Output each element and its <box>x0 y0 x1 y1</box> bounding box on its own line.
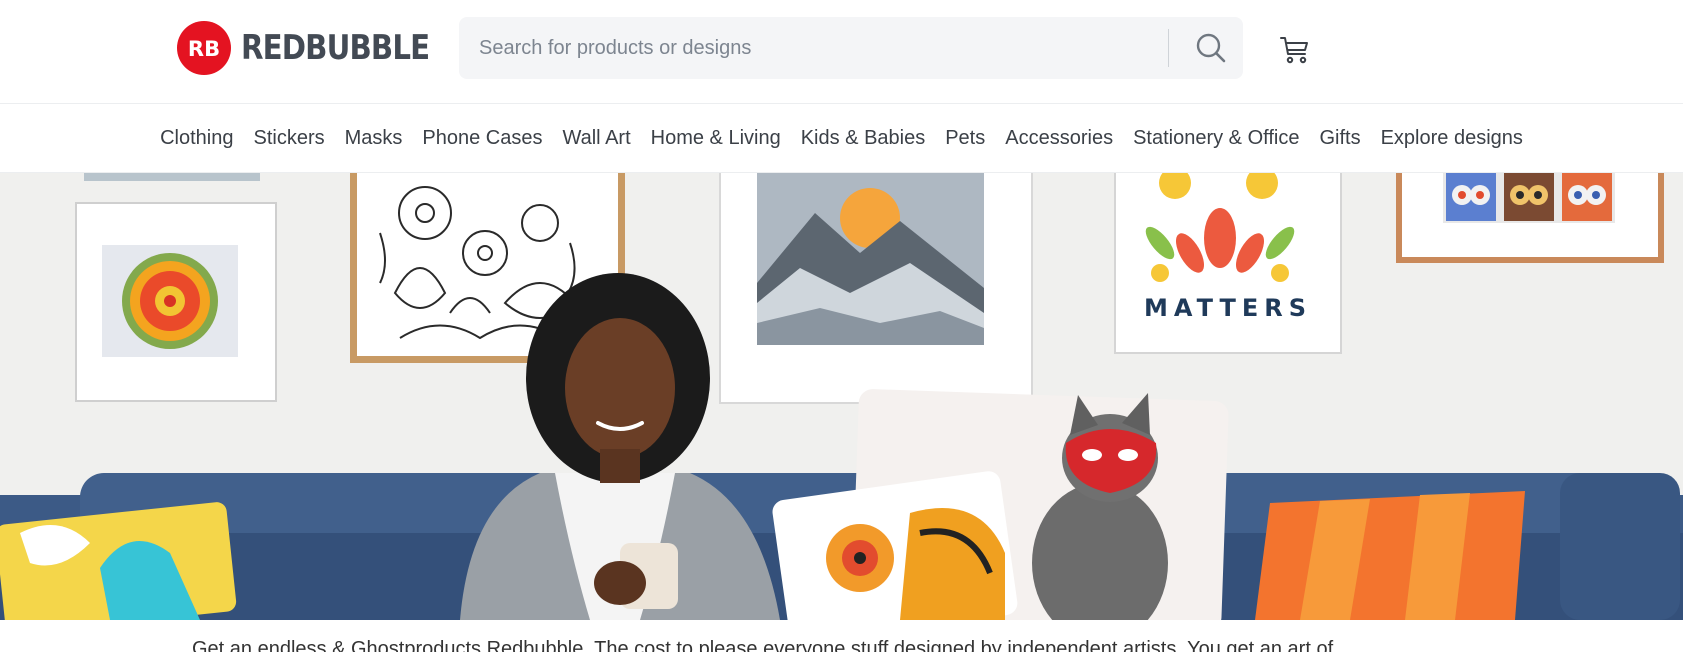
frame-top-left <box>84 173 260 181</box>
nav-item-phone-cases[interactable]: Phone Cases <box>412 104 552 173</box>
search-input[interactable] <box>479 17 1159 79</box>
frame-mountain <box>719 173 1033 404</box>
nav-item-stickers[interactable]: Stickers <box>243 104 334 173</box>
redbubble-logo[interactable]: RB REDBUBBLE <box>177 21 460 75</box>
nav-item-wall-art[interactable]: Wall Art <box>552 104 640 173</box>
nav-item-home-living[interactable]: Home & Living <box>641 104 791 173</box>
logo-mark-text: RB <box>188 37 220 61</box>
category-nav: Clothing Stickers Masks Phone Cases Wall… <box>0 104 1683 173</box>
search-divider <box>1168 29 1169 67</box>
nav-item-accessories[interactable]: Accessories <box>995 104 1123 173</box>
logo-mark-icon: RB <box>177 21 231 75</box>
nav-item-explore-designs[interactable]: Explore designs <box>1371 104 1533 173</box>
logo-wordmark: REDBUBBLE <box>241 28 430 68</box>
cart-icon <box>1280 37 1308 64</box>
search-button[interactable] <box>1179 17 1243 79</box>
frame-flower <box>75 202 277 402</box>
frame-owls <box>1396 173 1664 263</box>
cart-button[interactable] <box>1276 30 1314 68</box>
site-header: RB REDBUBBLE <box>0 0 1683 104</box>
poster-text: MATTERS <box>1144 294 1312 322</box>
nav-item-kids-babies[interactable]: Kids & Babies <box>791 104 936 173</box>
nav-item-gifts[interactable]: Gifts <box>1309 104 1370 173</box>
hero-image: MATTERS <box>0 173 1683 620</box>
nav-item-pets[interactable]: Pets <box>935 104 995 173</box>
nav-item-clothing[interactable]: Clothing <box>150 104 243 173</box>
search-icon <box>1196 33 1226 63</box>
nav-item-stationery-office[interactable]: Stationery & Office <box>1123 104 1309 173</box>
intro-text: Get an endless & Ghostproducts Redbubble… <box>192 638 1354 652</box>
nav-item-masks[interactable]: Masks <box>335 104 413 173</box>
blanket <box>1255 491 1525 620</box>
hero-banner[interactable]: MATTERS <box>0 173 1683 620</box>
search-bar <box>459 17 1243 79</box>
frame-matters: MATTERS <box>1114 173 1342 354</box>
